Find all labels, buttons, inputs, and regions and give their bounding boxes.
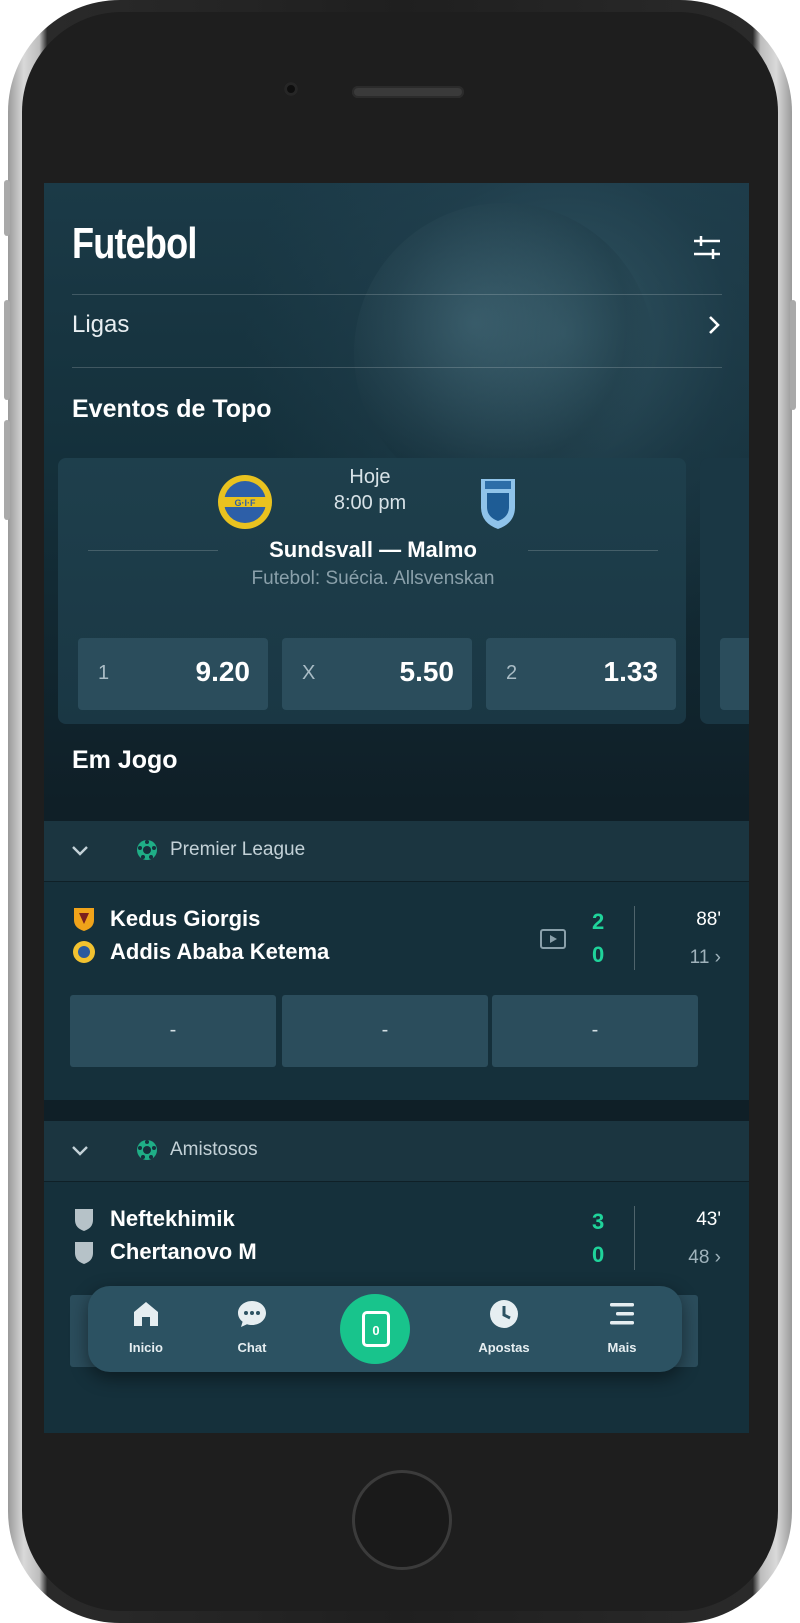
odd-label: X — [302, 662, 316, 684]
football-icon — [137, 1140, 157, 1160]
front-camera — [284, 82, 298, 96]
chevron-right-icon: › — [714, 1247, 721, 1268]
svg-text:G·I·F: G·I·F — [235, 498, 256, 508]
clock-icon — [490, 1300, 518, 1328]
chevron-down-icon[interactable] — [70, 841, 90, 861]
football-icon — [137, 840, 157, 860]
away-score: 0 — [592, 1242, 605, 1267]
ligas-link[interactable]: Ligas — [72, 311, 129, 339]
chevron-down-icon[interactable] — [70, 1141, 90, 1161]
event-match-name: Sundsvall — Malmo — [269, 537, 477, 562]
odd-value: 9.20 — [195, 656, 251, 687]
odd-button-draw[interactable]: X 5.50 — [282, 638, 472, 710]
volume-down-button — [4, 420, 10, 520]
sundsvall-logo: G·I·F — [218, 475, 272, 529]
chat-bubble-icon — [238, 1301, 266, 1327]
more-markets-count: 11 — [689, 947, 710, 968]
match-minute: 88' — [696, 909, 721, 930]
betslip-count: 0 — [372, 1323, 380, 1338]
event-league: Futebol: Suécia. Allsvenskan — [251, 568, 495, 589]
mute-switch — [4, 180, 10, 236]
shield-icon — [75, 1242, 93, 1264]
away-score: 0 — [592, 942, 605, 967]
divider — [72, 367, 722, 368]
title-separator-left — [88, 550, 218, 551]
more-markets-link[interactable]: 11 › — [690, 947, 721, 969]
odd-button-away[interactable]: 2 1.33 — [486, 638, 676, 710]
event-time: 8:00 pm — [333, 492, 407, 514]
event-day: Hoje — [349, 466, 391, 488]
league-name: Premier League — [170, 839, 306, 860]
home-icon — [134, 1302, 158, 1326]
bottom-navigation: Inicio Chat 0 Apostas Mais — [88, 1286, 682, 1372]
addis-ababa-ketema-crest — [73, 941, 95, 963]
league-header-premier-league[interactable]: Premier League — [44, 821, 749, 882]
league-name: Amistosos — [170, 1139, 258, 1160]
home-score: 2 — [592, 909, 605, 934]
video-stream-icon[interactable] — [540, 929, 566, 949]
app-screen: Futebol Ligas Eventos de Topo G·I·F Hoje… — [44, 183, 749, 1433]
betslip-button[interactable]: 0 — [340, 1294, 410, 1364]
page-title: Futebol — [72, 219, 197, 268]
in-play-title: Em Jogo — [72, 746, 178, 774]
volume-up-button — [4, 300, 10, 400]
bet-button-away[interactable]: - — [492, 995, 698, 1067]
nav-home[interactable]: Inicio — [106, 1286, 186, 1372]
home-score: 3 — [592, 1209, 605, 1234]
home-button[interactable] — [352, 1470, 452, 1570]
nav-bets-label: Apostas — [478, 1340, 530, 1355]
bet-button-draw[interactable]: - — [282, 995, 488, 1067]
bet-button-home[interactable]: - — [70, 995, 276, 1067]
chevron-right-icon: › — [714, 947, 721, 968]
next-event-odd-button[interactable] — [720, 638, 749, 710]
shield-icon — [75, 1209, 93, 1231]
title-separator-right — [528, 550, 658, 551]
odd-value: 1.33 — [603, 656, 659, 687]
odd-label: 1 — [98, 662, 110, 684]
odd-button-home[interactable]: 1 9.20 — [78, 638, 268, 710]
more-markets-link[interactable]: 48 › — [688, 1247, 721, 1269]
top-events-title: Eventos de Topo — [72, 395, 272, 423]
menu-icon — [610, 1303, 634, 1325]
odd-value: 5.50 — [399, 656, 455, 687]
nav-home-label: Inicio — [129, 1340, 163, 1355]
match-minute: 43' — [696, 1209, 721, 1230]
kedus-giorgis-crest — [74, 908, 94, 931]
power-button — [790, 300, 796, 410]
divider — [72, 294, 722, 295]
odd-label: 2 — [506, 662, 518, 684]
filter-sliders-icon[interactable] — [692, 233, 722, 263]
league-header-amistosos[interactable]: Amistosos — [44, 1121, 749, 1182]
nav-bets[interactable]: Apostas — [464, 1286, 544, 1372]
nav-chat[interactable]: Chat — [212, 1286, 292, 1372]
earpiece-speaker — [352, 86, 464, 98]
nav-more[interactable]: Mais — [582, 1286, 662, 1372]
nav-more-label: Mais — [607, 1340, 637, 1355]
score-divider — [634, 1206, 635, 1270]
nav-chat-label: Chat — [237, 1340, 267, 1355]
more-markets-count: 48 — [688, 1247, 710, 1268]
live-match-1[interactable]: Kedus Giorgis Addis Ababa Ketema 2 0 88'… — [44, 882, 749, 1100]
malmo-logo — [481, 479, 515, 529]
chevron-right-icon[interactable] — [704, 313, 724, 337]
betslip-icon: 0 — [362, 1311, 390, 1347]
score-divider — [634, 906, 635, 970]
